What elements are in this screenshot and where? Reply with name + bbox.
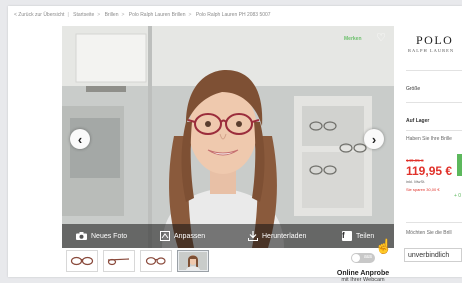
breadcrumb-back-link[interactable]: < Zurück zur Übersicht [14,12,64,18]
webcam-thumb-icon [179,252,207,270]
old-price: 149,95 € [406,158,424,163]
divider [406,130,462,131]
breadcrumb: < Zurück zur Übersicht | Startseite > Bril… [14,12,271,18]
share-button[interactable]: f Teilen [342,224,374,248]
merken-label[interactable]: Merken [344,36,362,42]
breadcrumb-home[interactable]: Startseite [73,12,94,18]
thumbnail-strip [66,250,209,272]
plus-label: + 0 [454,193,462,199]
question-label: Haben Sie Ihre Brille [406,136,452,142]
add-to-cart-button[interactable] [457,154,462,176]
next-image-button[interactable]: › [364,129,384,149]
size-label: Größe [406,86,421,92]
online-tryon: aus Online Anprobe mit Ihrer Webcam [326,250,400,283]
thumbnail-glasses-front[interactable] [66,250,98,272]
glasses-side-icon [107,258,130,266]
toggle-text: aus [363,254,372,260]
photo-toolbar: Neues Foto Anpassen Herunterladen f Teil… [62,224,394,248]
stock-label: Auf Lager [406,118,430,124]
brand-logo-sub: RALPH LAUREN [408,48,455,53]
camera-icon [76,232,87,240]
breadcrumb-brand[interactable]: Polo Ralph Lauren Brillen [129,12,186,18]
adjust-label: Anpassen [174,232,206,240]
product-sidebar: POLO RALPH LAUREN Größe Auf Lager Haben … [400,26,462,277]
divider [406,70,462,71]
webcam-photo [62,26,394,248]
glasses-angle-icon [145,257,166,265]
question2-label: Möchten Sie die Brill [406,230,452,236]
facebook-icon: f [342,231,352,241]
share-label: Teilen [356,232,375,240]
option-select-value: unverbindlich [408,251,450,259]
download-button[interactable]: Herunterladen [248,224,306,248]
product-image-viewer: Merken ♡ ‹ › Neues Foto Anpassen Herunte… [62,26,394,248]
toggle-knob [352,254,360,262]
adjust-icon [160,231,170,241]
new-photo-button[interactable]: Neues Foto [76,224,127,248]
thumbnail-glasses-side[interactable] [103,250,135,272]
divider [406,222,462,223]
vat-note: inkl. MwSt. [406,179,426,184]
tryon-toggle[interactable]: aus [351,253,375,263]
download-icon [248,231,258,241]
heart-icon[interactable]: ♡ [374,30,388,44]
glasses-icon [70,256,94,266]
option-select[interactable]: unverbindlich [404,248,462,262]
price: 119,95 € [406,164,453,178]
breadcrumb-product: Polo Ralph Lauren PH 2083 5007 [195,12,271,18]
product-page: < Zurück zur Übersicht | Startseite > Bril… [8,6,462,283]
prev-image-button[interactable]: ‹ [70,129,90,149]
breadcrumb-brillen[interactable]: Brillen [105,12,119,18]
download-label: Herunterladen [262,232,307,240]
saving-note: Sie sparen 30,00 € [406,187,440,192]
new-photo-label: Neues Foto [91,232,128,240]
brand-logo: POLO [416,33,454,47]
tryon-subtitle: mit Ihrer Webcam [341,277,385,283]
thumbnail-webcam-photo[interactable] [177,250,209,272]
tryon-title: Online Anprobe [336,270,390,277]
divider [406,102,462,103]
thumbnail-glasses-angle[interactable] [140,250,172,272]
adjust-button[interactable]: Anpassen [160,224,205,248]
